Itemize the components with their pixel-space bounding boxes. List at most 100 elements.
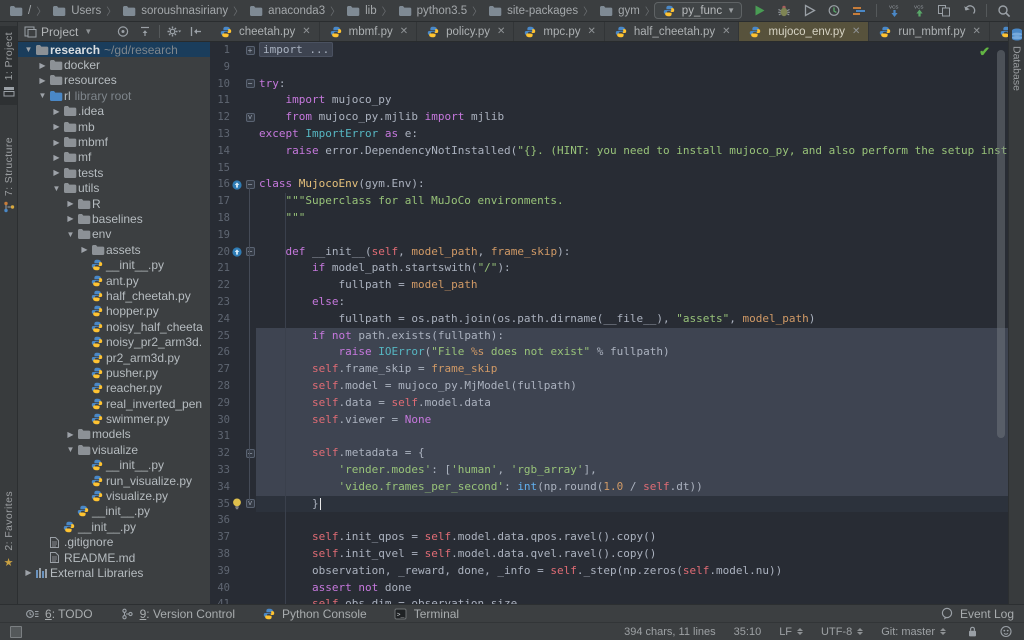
- chevron-collapsed-icon[interactable]: ▶: [64, 430, 77, 439]
- code-line[interactable]: 24 fullpath = os.path.join(os.path.dirna…: [210, 311, 1008, 328]
- fold-marker[interactable]: ˅: [244, 496, 256, 513]
- code-line[interactable]: 34 'video.frames_per_second': int(np.rou…: [210, 479, 1008, 496]
- tree-item[interactable]: reacher.py: [18, 381, 210, 396]
- editor-tab[interactable]: half_cheetah.py✕: [605, 22, 740, 41]
- tab-close-icon[interactable]: ✕: [497, 26, 505, 37]
- tree-item[interactable]: noisy_half_cheeta: [18, 319, 210, 334]
- tab-close-icon[interactable]: ✕: [972, 26, 980, 37]
- chevron-collapsed-icon[interactable]: ▶: [50, 153, 63, 162]
- gear-icon[interactable]: [166, 24, 182, 40]
- tool-button-terminal[interactable]: >_Terminal: [393, 606, 459, 622]
- line-number[interactable]: 33: [210, 462, 230, 479]
- code-editor[interactable]: 1+import ...910−try:11 import mujoco_py1…: [210, 42, 1008, 604]
- tool-button-python-console[interactable]: Python Console: [261, 606, 367, 622]
- vcs-update-icon[interactable]: VCS: [886, 3, 902, 19]
- line-number[interactable]: 35: [210, 496, 230, 513]
- tree-item[interactable]: ▶docker: [18, 57, 210, 72]
- tree-item[interactable]: __init__.py: [18, 519, 210, 534]
- tree-item[interactable]: .gitignore: [18, 535, 210, 550]
- line-number[interactable]: 30: [210, 412, 230, 429]
- chevron-collapsed-icon[interactable]: ▶: [64, 199, 77, 208]
- tool-window-toggle-icon[interactable]: [10, 626, 22, 638]
- encoding-select[interactable]: UTF-8: [821, 626, 863, 638]
- chevron-expanded-icon[interactable]: ▼: [64, 230, 77, 239]
- run-configuration-select[interactable]: py_func ▼: [654, 2, 742, 19]
- code-line[interactable]: 28 self.model = mujoco_py.MjModel(fullpa…: [210, 378, 1008, 395]
- fold-minus-icon[interactable]: −: [246, 449, 255, 458]
- editor-tab[interactable]: mujoco_env.py✕: [739, 22, 869, 41]
- database-icon[interactable]: [1009, 26, 1024, 42]
- chevron-collapsed-icon[interactable]: ▶: [64, 214, 77, 223]
- line-number[interactable]: 9: [210, 59, 230, 76]
- fold-marker[interactable]: ˅: [244, 109, 256, 126]
- breadcrumb-item[interactable]: /: [8, 3, 31, 19]
- search-icon[interactable]: [996, 3, 1012, 19]
- tab-close-icon[interactable]: ✕: [302, 26, 310, 37]
- tree-item[interactable]: ▼utils: [18, 181, 210, 196]
- code-line[interactable]: 41 self.obs_dim = observation.size: [210, 596, 1008, 604]
- fold-marker[interactable]: −: [244, 176, 256, 193]
- line-number[interactable]: 14: [210, 143, 230, 160]
- tree-item[interactable]: ▼env: [18, 227, 210, 242]
- tree-item[interactable]: __init__.py: [18, 458, 210, 473]
- code-line[interactable]: 25 if not path.exists(fullpath):: [210, 328, 1008, 345]
- code-line[interactable]: 29 self.data = self.model.data: [210, 395, 1008, 412]
- code-line[interactable]: 40 assert not done: [210, 580, 1008, 597]
- tree-item[interactable]: ▶models: [18, 427, 210, 442]
- code-line[interactable]: 20− def __init__(self, model_path, frame…: [210, 244, 1008, 261]
- git-branch-select[interactable]: Git: master: [881, 626, 946, 638]
- locate-icon[interactable]: [115, 24, 131, 40]
- project-panel-title[interactable]: Project: [41, 25, 78, 39]
- line-number[interactable]: 13: [210, 126, 230, 143]
- chevron-collapsed-icon[interactable]: ▶: [50, 122, 63, 131]
- tree-item[interactable]: ▶mbmf: [18, 134, 210, 149]
- line-number[interactable]: 31: [210, 428, 230, 445]
- code-line[interactable]: 27 self.frame_skip = frame_skip: [210, 361, 1008, 378]
- chevron-collapsed-icon[interactable]: ▶: [36, 76, 49, 85]
- tab-close-icon[interactable]: ✕: [400, 26, 408, 37]
- chevron-collapsed-icon[interactable]: ▶: [78, 245, 91, 254]
- line-number[interactable]: 37: [210, 529, 230, 546]
- line-number[interactable]: 36: [210, 512, 230, 529]
- line-number[interactable]: 29: [210, 395, 230, 412]
- event-log-button[interactable]: Event Log: [939, 606, 1014, 622]
- tree-item[interactable]: ▶mb: [18, 119, 210, 134]
- chevron-collapsed-icon[interactable]: ▶: [36, 61, 49, 70]
- tree-item[interactable]: ▶assets: [18, 242, 210, 257]
- tree-item[interactable]: ▼research ~/gd/research: [18, 42, 210, 57]
- run-icon[interactable]: [751, 3, 767, 19]
- tree-item[interactable]: ▶resources: [18, 73, 210, 88]
- line-number[interactable]: 32: [210, 445, 230, 462]
- line-number[interactable]: 11: [210, 92, 230, 109]
- breadcrumb-item[interactable]: lib: [345, 3, 377, 19]
- code-line[interactable]: 23 else:: [210, 294, 1008, 311]
- chevron-expanded-icon[interactable]: ▼: [64, 445, 77, 454]
- code-line[interactable]: 36: [210, 512, 1008, 529]
- coverage-icon[interactable]: [801, 3, 817, 19]
- line-number[interactable]: 27: [210, 361, 230, 378]
- tree-item[interactable]: ▶tests: [18, 165, 210, 180]
- chevron-down-icon[interactable]: ▼: [84, 27, 92, 36]
- fold-marker[interactable]: +: [244, 42, 256, 59]
- code-line[interactable]: 38 self.init_qvel = self.model.data.qvel…: [210, 546, 1008, 563]
- fold-marker[interactable]: −: [244, 445, 256, 462]
- code-line[interactable]: 22 fullpath = model_path: [210, 277, 1008, 294]
- editor-tab[interactable]: cheetah.py✕: [210, 22, 320, 41]
- tool-button-database[interactable]: Database: [1011, 46, 1023, 91]
- inspection-ok-icon[interactable]: ✔: [979, 44, 990, 60]
- tree-item[interactable]: pusher.py: [18, 365, 210, 380]
- line-number[interactable]: 1: [210, 42, 230, 59]
- tree-item[interactable]: ▶External Libraries: [18, 565, 210, 580]
- line-number[interactable]: 18: [210, 210, 230, 227]
- line-number[interactable]: 21: [210, 260, 230, 277]
- tree-item[interactable]: ▼visualize: [18, 442, 210, 457]
- code-line[interactable]: 14 raise error.DependencyNotInstalled("{…: [210, 143, 1008, 160]
- tree-item[interactable]: visualize.py: [18, 488, 210, 503]
- fold-marker[interactable]: −: [244, 244, 256, 261]
- chevron-expanded-icon[interactable]: ▼: [50, 184, 63, 193]
- breadcrumb-item[interactable]: anaconda3: [248, 3, 325, 19]
- code-line[interactable]: 13except ImportError as e:: [210, 126, 1008, 143]
- editor-tab[interactable]: mbmf.py✕: [320, 22, 417, 41]
- override-icon[interactable]: [230, 244, 244, 261]
- bulb-icon[interactable]: [230, 496, 244, 513]
